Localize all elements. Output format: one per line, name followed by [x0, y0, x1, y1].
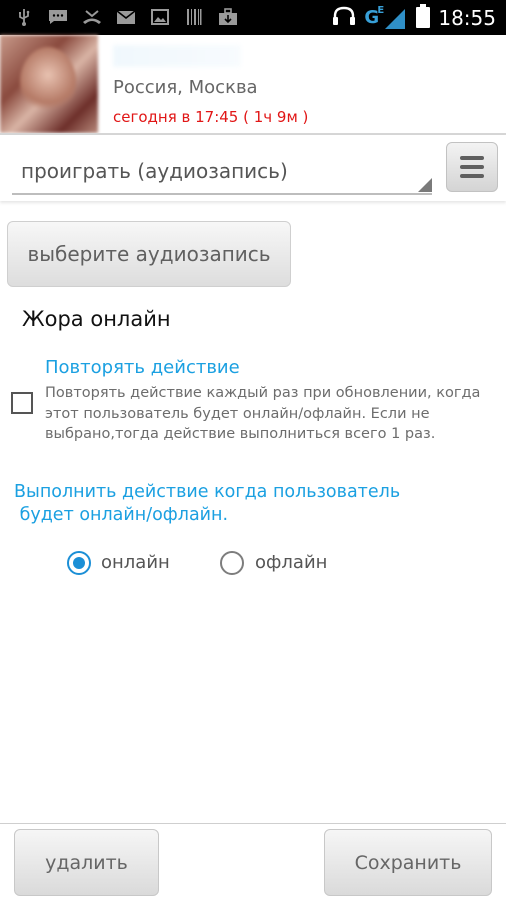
profile-last-seen: сегодня в 17:45 ( 1ч 9м )	[113, 108, 309, 126]
menu-line-icon	[460, 174, 484, 178]
repeat-description: Повторять действие каждый раз при обновл…	[45, 385, 481, 442]
briefcase-icon	[218, 8, 238, 26]
email-icon	[116, 8, 136, 26]
usb-icon	[14, 8, 34, 26]
when-label-line1: Выполнить действие когда пользователь	[14, 482, 401, 502]
radio-online[interactable]	[67, 551, 91, 575]
action-dropdown-value: проиграть (аудиозапись)	[21, 159, 288, 183]
status-bar: G E 18:55	[0, 0, 506, 35]
profile-name[interactable]	[113, 45, 241, 67]
menu-line-icon	[460, 156, 484, 160]
clock: 18:55	[438, 6, 496, 30]
when-label-line2: будет онлайн/офлайн.	[14, 505, 229, 525]
repeat-title[interactable]: Повторять действие	[45, 357, 240, 378]
menu-line-icon	[460, 165, 484, 169]
avatar[interactable]	[0, 35, 98, 133]
missed-call-icon	[82, 8, 102, 26]
save-button[interactable]: Сохранить	[324, 829, 492, 896]
profile-header: Россия, Москва сегодня в 17:45 ( 1ч 9м )	[0, 35, 506, 133]
signal-icon: G E	[364, 5, 408, 31]
radio-offline-label[interactable]: офлайн	[255, 552, 327, 573]
chat-icon	[48, 8, 68, 26]
bottom-bar: удалить Сохранить	[0, 824, 506, 900]
delete-button[interactable]: удалить	[14, 829, 159, 896]
when-label: Выполнить действие когда пользователь бу…	[14, 481, 400, 527]
radio-online-label[interactable]: онлайн	[101, 552, 170, 573]
page-title: Жора онлайн	[22, 307, 171, 331]
image-icon	[150, 8, 170, 26]
action-row: проиграть (аудиозапись)	[0, 135, 506, 201]
profile-location: Россия, Москва	[113, 77, 258, 98]
select-audio-button[interactable]: выберите аудиозапись	[7, 221, 291, 287]
action-dropdown[interactable]: проиграть (аудиозапись)	[12, 149, 432, 195]
radio-offline[interactable]	[220, 551, 244, 575]
headphones-icon	[332, 6, 356, 30]
battery-icon	[416, 4, 431, 32]
barcode-icon	[184, 8, 204, 26]
dropdown-arrow-icon	[418, 178, 432, 192]
repeat-checkbox[interactable]	[11, 392, 33, 414]
menu-button[interactable]	[446, 142, 498, 192]
